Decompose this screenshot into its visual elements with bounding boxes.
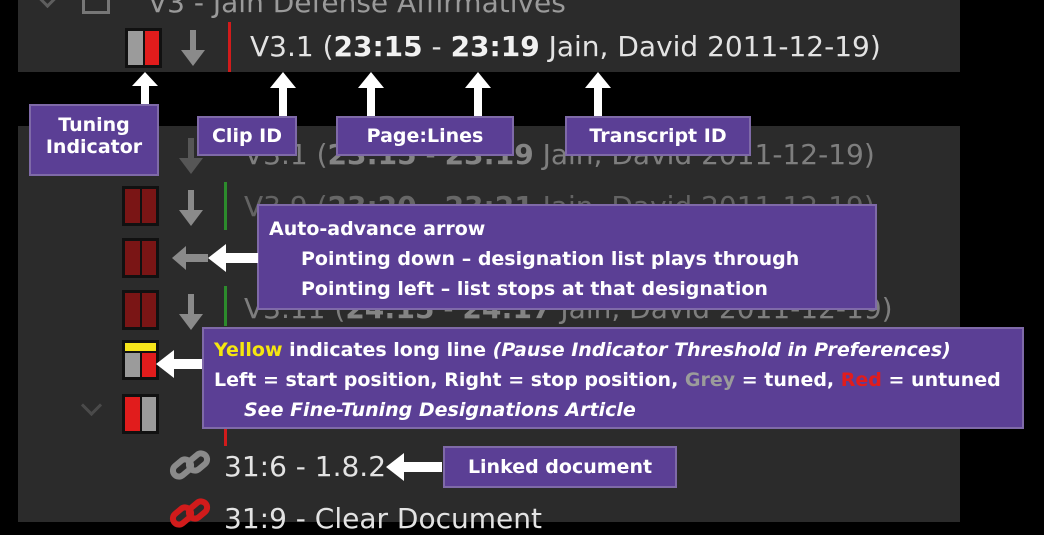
callout-auto-advance: Auto-advance arrow Pointing down – desig…: [257, 204, 877, 310]
transcript-id: Jain, David 2011-12-19: [548, 30, 870, 63]
callout-tuning-indicator: Tuning Indicator: [29, 104, 159, 176]
clip-color-bar: [224, 182, 227, 230]
chevron-down-icon[interactable]: [80, 394, 103, 417]
clip-start: 23:15: [333, 30, 423, 63]
tuning-indicator[interactable]: [122, 186, 159, 226]
pointer-arrow-page-start: [358, 72, 384, 118]
link-icon[interactable]: [168, 498, 212, 528]
pointer-arrow-page-end: [465, 72, 491, 118]
document-item[interactable]: 31:9 - Clear Document: [224, 502, 542, 535]
auto-advance-down-icon[interactable]: [176, 188, 206, 228]
linked-document-item[interactable]: 31:6 - 1.8.2: [224, 450, 386, 483]
clip-color-bar: [228, 22, 231, 72]
pointer-arrow-yellow: [156, 350, 202, 378]
auto-advance-down-icon[interactable]: [178, 28, 208, 68]
pointer-arrow-transcript: [585, 72, 611, 118]
tuning-indicator[interactable]: [125, 28, 162, 68]
clip-id: V3.1: [250, 30, 314, 63]
auto-advance-down-icon[interactable]: [176, 292, 206, 332]
callout-linked-document: Linked document: [443, 446, 677, 488]
link-icon[interactable]: [168, 448, 212, 484]
pointer-arrow-tuning: [132, 72, 158, 106]
designation-group-title: V3 - Jain Defense Affirmatives: [148, 0, 566, 19]
callout-clip-id: Clip ID: [197, 116, 297, 156]
callout-page-lines: Page:Lines: [336, 116, 514, 156]
auto-advance-left-icon[interactable]: [170, 238, 210, 278]
chevron-down-icon[interactable]: [36, 0, 59, 9]
tuning-indicator[interactable]: [122, 394, 159, 434]
tuning-indicator[interactable]: [122, 238, 159, 278]
top-clip-panel: V3 - Jain Defense Affirmatives V3.1 ( 23…: [18, 0, 960, 72]
tuning-indicator[interactable]: [122, 290, 159, 330]
pointer-arrow-auto-advance: [208, 244, 258, 272]
tuning-indicator-long-line[interactable]: [122, 340, 159, 380]
clip-color-bar: [224, 286, 227, 326]
clip-end: 23:19: [450, 30, 540, 63]
clip-row[interactable]: V3.1 ( 23:15 - 23:19 Jain, David 2011-12…: [250, 30, 881, 63]
document-icon: [82, 0, 110, 14]
callout-yellow-indicator: Yellow indicates long line (Pause Indica…: [202, 327, 1024, 429]
pointer-arrow-linked-document: [386, 453, 442, 481]
pointer-arrow-clip-id: [270, 72, 296, 118]
callout-transcript-id: Transcript ID: [565, 116, 751, 156]
